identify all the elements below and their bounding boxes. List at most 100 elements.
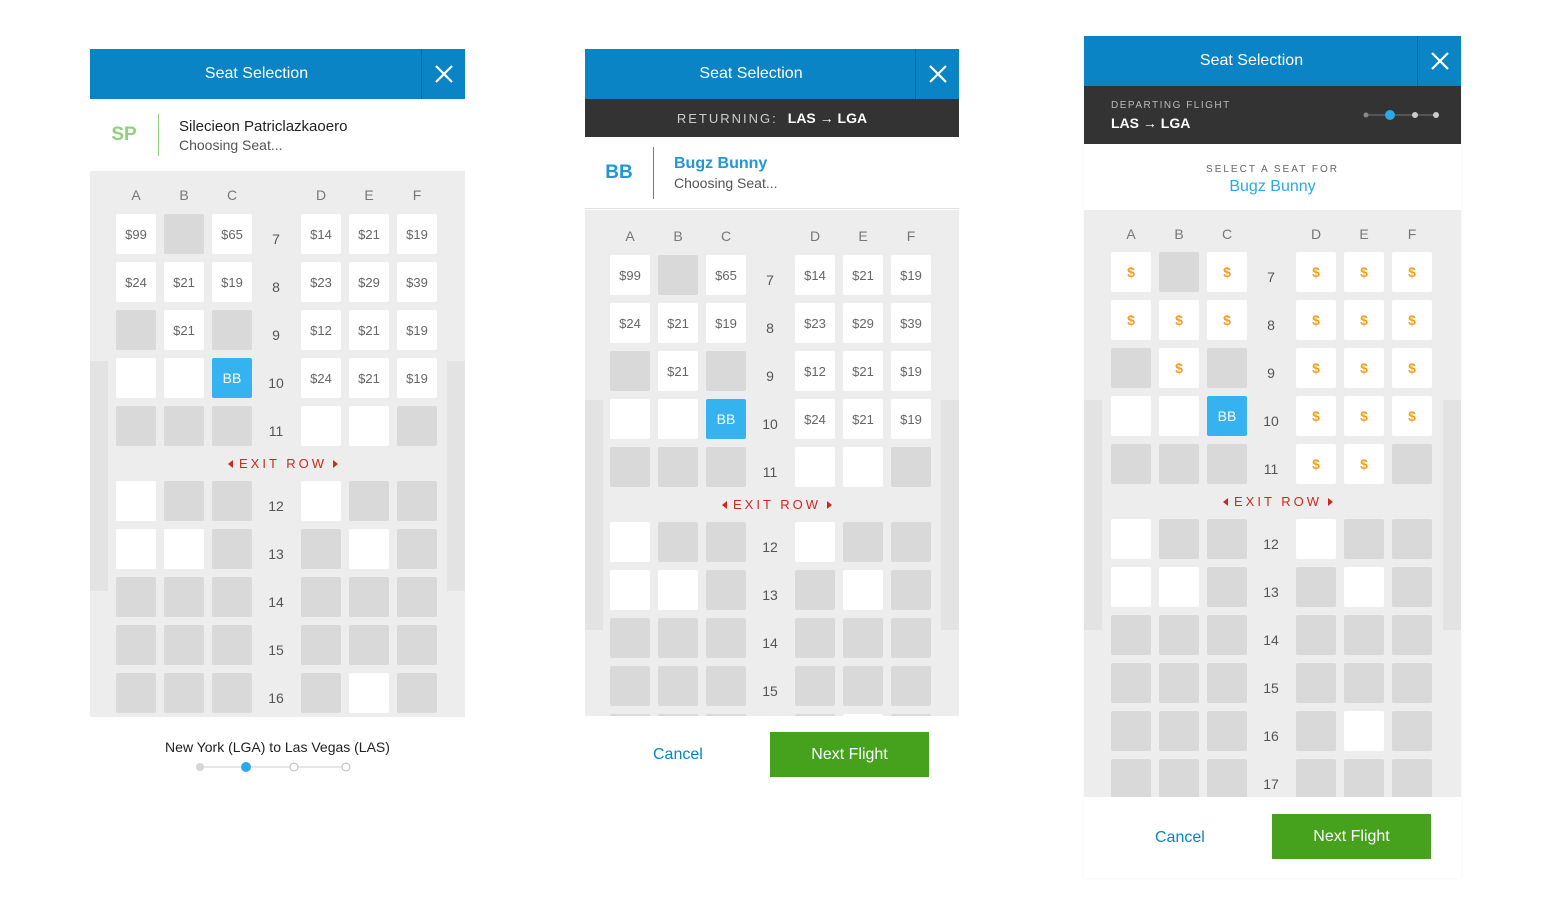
- seat-7e[interactable]: $: [1344, 252, 1384, 292]
- seat-11c: [706, 447, 746, 487]
- seat-7a[interactable]: $99: [116, 214, 156, 254]
- seat-7c[interactable]: $: [1207, 252, 1247, 292]
- seat-10a[interactable]: [116, 358, 156, 398]
- seat-13a[interactable]: [116, 529, 156, 569]
- seat-10b[interactable]: [164, 358, 204, 398]
- seat-13a[interactable]: [1111, 567, 1151, 607]
- seat-10e[interactable]: $21: [349, 358, 389, 398]
- seat-7f[interactable]: $19: [891, 255, 931, 295]
- seat-12d[interactable]: [301, 481, 341, 521]
- seat-13b[interactable]: [1159, 567, 1199, 607]
- seat-9d[interactable]: $12: [795, 351, 835, 391]
- seat-13c: [212, 529, 252, 569]
- seat-7e[interactable]: $21: [843, 255, 883, 295]
- seat-8a[interactable]: $24: [610, 303, 650, 343]
- seat-9e[interactable]: $21: [349, 310, 389, 350]
- seat-8a[interactable]: $: [1111, 300, 1151, 340]
- seat-15f: [891, 666, 931, 706]
- seat-8c[interactable]: $: [1207, 300, 1247, 340]
- seat-7c[interactable]: $65: [212, 214, 252, 254]
- seat-13a[interactable]: [610, 570, 650, 610]
- seat-8b[interactable]: $21: [164, 262, 204, 302]
- seat-8b[interactable]: $: [1159, 300, 1199, 340]
- close-button[interactable]: [1417, 36, 1461, 86]
- seat-10a[interactable]: [610, 399, 650, 439]
- seat-11d[interactable]: $: [1296, 444, 1336, 484]
- seat-11e[interactable]: [349, 406, 389, 446]
- seat-10f[interactable]: $19: [397, 358, 437, 398]
- seat-7d[interactable]: $: [1296, 252, 1336, 292]
- seat-10a[interactable]: [1111, 396, 1151, 436]
- seat-8f[interactable]: $39: [397, 262, 437, 302]
- seat-8c[interactable]: $19: [706, 303, 746, 343]
- returning-flight-bar: RETURNING: LAS → LGA: [585, 99, 959, 137]
- seat-12a[interactable]: [1111, 519, 1151, 559]
- seat-11e[interactable]: [843, 447, 883, 487]
- seat-8d[interactable]: $23: [795, 303, 835, 343]
- seat-11d[interactable]: [795, 447, 835, 487]
- seat-13e[interactable]: [349, 529, 389, 569]
- seat-11d[interactable]: [301, 406, 341, 446]
- seat-12a[interactable]: [610, 522, 650, 562]
- seat-10d[interactable]: $: [1296, 396, 1336, 436]
- seat-10c[interactable]: BB: [706, 399, 746, 439]
- seat-15e: [349, 625, 389, 665]
- seat-7f[interactable]: $: [1392, 252, 1432, 292]
- seat-9d[interactable]: $12: [301, 310, 341, 350]
- next-flight-button[interactable]: Next Flight: [770, 732, 929, 777]
- seat-12a[interactable]: [116, 481, 156, 521]
- close-button[interactable]: [421, 49, 465, 99]
- seat-7e[interactable]: $21: [349, 214, 389, 254]
- seat-8f[interactable]: $: [1392, 300, 1432, 340]
- seat-8a[interactable]: $24: [116, 262, 156, 302]
- seat-8f[interactable]: $39: [891, 303, 931, 343]
- seat-8d[interactable]: $23: [301, 262, 341, 302]
- seat-8c[interactable]: $19: [212, 262, 252, 302]
- seat-13e[interactable]: [843, 570, 883, 610]
- seat-7d[interactable]: $14: [795, 255, 835, 295]
- seat-16e[interactable]: [349, 673, 389, 713]
- seat-9e[interactable]: $21: [843, 351, 883, 391]
- seat-10c[interactable]: BB: [1207, 396, 1247, 436]
- seat-10e[interactable]: $21: [843, 399, 883, 439]
- seat-9f[interactable]: $19: [397, 310, 437, 350]
- seat-10b[interactable]: [658, 399, 698, 439]
- seat-10e[interactable]: $: [1344, 396, 1384, 436]
- seat-12b: [658, 522, 698, 562]
- seat-13e[interactable]: [1344, 567, 1384, 607]
- seat-13b[interactable]: [164, 529, 204, 569]
- seat-9f[interactable]: $: [1392, 348, 1432, 388]
- seat-10b[interactable]: [1159, 396, 1199, 436]
- seat-10f[interactable]: $: [1392, 396, 1432, 436]
- seat-8b[interactable]: $21: [658, 303, 698, 343]
- cancel-button[interactable]: Cancel: [653, 746, 703, 764]
- seat-9e[interactable]: $: [1344, 348, 1384, 388]
- next-flight-button[interactable]: Next Flight: [1272, 814, 1431, 859]
- seat-10d[interactable]: $24: [795, 399, 835, 439]
- seat-7a[interactable]: $99: [610, 255, 650, 295]
- close-button[interactable]: [915, 49, 959, 99]
- seat-8e[interactable]: $: [1344, 300, 1384, 340]
- seat-8e[interactable]: $29: [349, 262, 389, 302]
- seat-7f[interactable]: $19: [397, 214, 437, 254]
- seat-9b[interactable]: $21: [658, 351, 698, 391]
- cancel-button[interactable]: Cancel: [1155, 829, 1205, 847]
- seat-7a[interactable]: $: [1111, 252, 1151, 292]
- seat-7d[interactable]: $14: [301, 214, 341, 254]
- seat-9b[interactable]: $21: [164, 310, 204, 350]
- seat-9b[interactable]: $: [1159, 348, 1199, 388]
- seat-10c[interactable]: BB: [212, 358, 252, 398]
- seat-10f[interactable]: $19: [891, 399, 931, 439]
- seat-8d[interactable]: $: [1296, 300, 1336, 340]
- seat-12d[interactable]: [1296, 519, 1336, 559]
- seat-9f[interactable]: $19: [891, 351, 931, 391]
- seat-9d[interactable]: $: [1296, 348, 1336, 388]
- seat-7c[interactable]: $65: [706, 255, 746, 295]
- seat-11e[interactable]: $: [1344, 444, 1384, 484]
- seat-12d[interactable]: [795, 522, 835, 562]
- seat-10d[interactable]: $24: [301, 358, 341, 398]
- seat-8e[interactable]: $29: [843, 303, 883, 343]
- seat-16e[interactable]: [1344, 711, 1384, 751]
- seat-13b[interactable]: [658, 570, 698, 610]
- exit-row-label: EXIT ROW: [228, 456, 339, 471]
